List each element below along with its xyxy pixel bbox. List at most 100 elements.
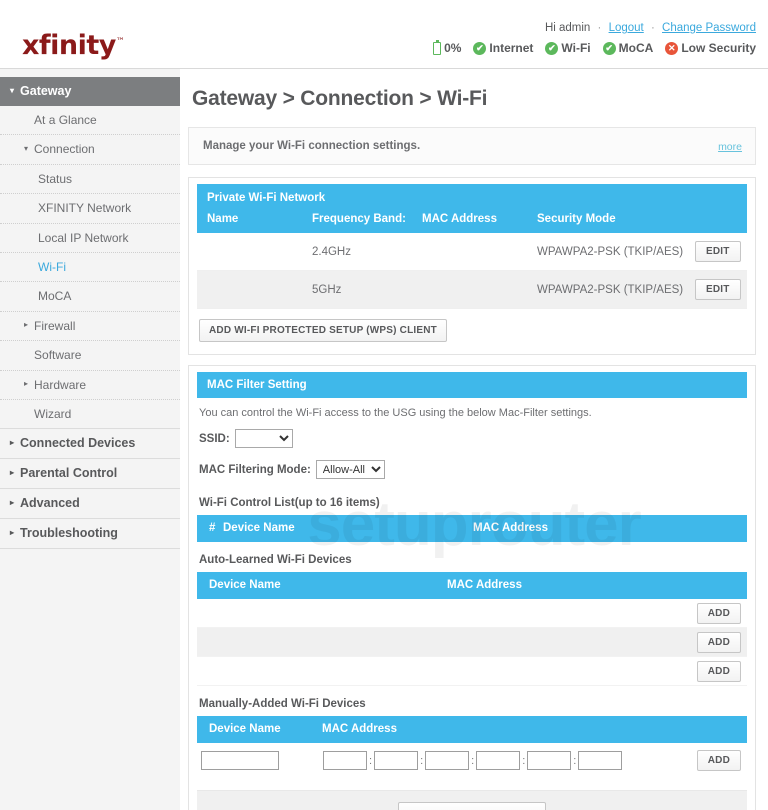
sidebar-item-parental-control[interactable]: ▸ Parental Control xyxy=(0,459,180,490)
private-wifi-card: Private Wi-Fi Network Name Frequency Ban… xyxy=(188,177,756,355)
sidebar-item-connected-devices[interactable]: ▸ Connected Devices xyxy=(0,429,180,460)
main-content: setuprouter Gateway > Connection > Wi-Fi… xyxy=(180,69,768,810)
sidebar-item-at-a-glance[interactable]: ▸ At a Glance xyxy=(0,106,180,136)
add-device-button[interactable]: ADD xyxy=(696,660,741,682)
mac-filtering-mode-label: MAC Filtering Mode: xyxy=(199,463,311,476)
sidebar-item-moca[interactable]: MoCA xyxy=(0,282,180,312)
greeting-text: Hi admin xyxy=(544,22,591,34)
table-row: 2.4GHz WPAWPA2-PSK (TKIP/AES) EDIT xyxy=(197,233,747,271)
save-filter-setting-button[interactable]: SAVE FILTER SETTING xyxy=(397,802,547,810)
status-internet: ✔ Internet xyxy=(473,41,533,55)
add-device-button[interactable]: ADD xyxy=(696,602,741,624)
sidebar-item-label: Wi-Fi xyxy=(38,259,66,274)
chevron-down-icon: ▾ xyxy=(24,143,29,153)
page-title: Gateway > Connection > Wi-Fi xyxy=(192,87,488,110)
status-moca: ✔ MoCA xyxy=(602,41,653,55)
logo-text: xfinity xyxy=(22,30,116,61)
status-bar: 0% ✔ Internet ✔ Wi-Fi ✔ MoCA ✕ Low Secur… xyxy=(433,39,756,55)
table-header-row: Device Name MAC Address xyxy=(197,572,747,599)
mac-octet-5-input[interactable] xyxy=(527,751,572,770)
sidebar-item-advanced[interactable]: ▸ Advanced xyxy=(0,489,180,520)
cell-name xyxy=(197,233,312,271)
mac-octet-6-input[interactable] xyxy=(578,751,623,770)
cell-mac-address xyxy=(422,233,537,271)
battery-status: 0% xyxy=(433,39,461,55)
more-link[interactable]: more xyxy=(718,141,742,153)
sidebar-item-gateway[interactable]: ▾ Gateway xyxy=(0,77,180,106)
mac-octet-1-input[interactable] xyxy=(323,751,367,770)
cell-action: EDIT xyxy=(695,270,747,309)
column-header-mac-address: MAC Address xyxy=(322,716,747,743)
mac-filtering-mode-select[interactable]: Allow-All Allow Deny xyxy=(315,460,385,479)
sidebar-item-wifi[interactable]: Wi-Fi xyxy=(0,253,180,283)
cell-frequency-band: 2.4GHz xyxy=(312,233,422,271)
add-wps-client-button[interactable]: ADD WI-FI PROTECTED SETUP (WPS) CLIENT xyxy=(199,319,447,342)
sidebar-item-software[interactable]: ▸ Software xyxy=(0,341,180,371)
change-password-link[interactable]: Change Password xyxy=(662,22,756,34)
column-header-action xyxy=(695,206,747,233)
mac-filter-section-title: MAC Filter Setting xyxy=(197,372,747,398)
cell-frequency-band: 5GHz xyxy=(312,270,422,309)
sidebar-item-status[interactable]: Status xyxy=(0,165,180,195)
column-header-index: # xyxy=(197,515,223,542)
sidebar-item-troubleshooting[interactable]: ▸ Troubleshooting xyxy=(0,519,180,550)
cell-action: EDIT xyxy=(695,233,747,271)
ssid-field-row: SSID: xyxy=(197,423,747,454)
sidebar-item-firewall[interactable]: ▸ Firewall xyxy=(0,312,180,342)
sidebar-item-connection[interactable]: ▾ Connection xyxy=(0,135,180,165)
auto-learned-row: ADD xyxy=(197,599,747,628)
auto-learned-row: ADD xyxy=(197,628,747,657)
add-manual-device-button[interactable]: ADD xyxy=(696,750,741,771)
table-header-row: Device Name MAC Address xyxy=(197,716,747,743)
edit-button-5ghz[interactable]: EDIT xyxy=(695,279,741,300)
octet-separator: : xyxy=(369,754,373,767)
cell-security-mode: WPAWPA2-PSK (TKIP/AES) xyxy=(537,270,695,309)
mac-octet-3-input[interactable] xyxy=(425,751,470,770)
column-header-device-name: Device Name xyxy=(197,716,322,743)
column-header-mac-address: MAC Address xyxy=(473,515,747,542)
add-device-button[interactable]: ADD xyxy=(696,631,741,653)
xfinity-logo: xfinity™ xyxy=(22,30,125,61)
description-text: Manage your Wi-Fi connection settings. xyxy=(203,140,421,152)
auto-learned-row: ADD xyxy=(197,657,747,686)
sidebar-item-wizard[interactable]: ▸ Wizard xyxy=(0,400,180,430)
mac-filtering-mode-row: MAC Filtering Mode: Allow-All Allow Deny xyxy=(197,454,747,485)
octet-separator: : xyxy=(522,754,526,767)
chevron-right-icon: ▸ xyxy=(10,437,15,447)
manual-entry-row: : : : : : ADD xyxy=(197,743,747,778)
account-line: Hi admin · Logout · Change Password xyxy=(545,22,756,34)
octet-separator: : xyxy=(471,754,475,767)
sidebar-item-label: MoCA xyxy=(38,289,72,304)
sidebar-item-xfinity-network[interactable]: XFINITY Network xyxy=(0,194,180,224)
private-wifi-section-title: Private Wi-Fi Network xyxy=(197,184,747,206)
status-wifi: ✔ Wi-Fi xyxy=(545,41,591,55)
status-security: ✕ Low Security xyxy=(665,41,756,55)
octet-separator: : xyxy=(573,754,577,767)
column-header-name: Name xyxy=(197,206,312,233)
sidebar-item-label: Troubleshooting xyxy=(20,526,118,541)
sidebar-item-local-ip-network[interactable]: Local IP Network xyxy=(0,224,180,253)
save-bar: SAVE FILTER SETTING xyxy=(197,790,747,810)
error-circle-icon: ✕ xyxy=(665,41,679,55)
logout-link[interactable]: Logout xyxy=(609,22,644,34)
sidebar-item-hardware[interactable]: ▸ Hardware xyxy=(0,371,180,400)
column-header-mac-address: MAC Address xyxy=(422,206,537,233)
battery-icon xyxy=(433,39,442,55)
logo-trademark: ™ xyxy=(115,37,125,47)
mac-octet-2-input[interactable] xyxy=(374,751,419,770)
chevron-right-icon: ▸ xyxy=(24,378,29,388)
sidebar-item-label: Parental Control xyxy=(20,466,118,481)
ssid-select[interactable] xyxy=(234,429,293,448)
sidebar-item-label: XFINITY Network xyxy=(38,201,132,216)
chevron-right-icon: ▸ xyxy=(10,497,15,507)
device-name-input[interactable] xyxy=(201,751,279,770)
mac-octet-4-input[interactable] xyxy=(476,751,521,770)
manually-added-table: Device Name MAC Address xyxy=(197,716,747,743)
status-wifi-label: Wi-Fi xyxy=(561,41,591,55)
chevron-right-icon: ▸ xyxy=(10,467,15,477)
edit-button-24ghz[interactable]: EDIT xyxy=(695,241,741,262)
separator-dot: · xyxy=(650,22,655,34)
sidebar-nav: ▾ Gateway ▸ At a Glance ▾ Connection Sta… xyxy=(0,69,180,810)
column-header-mac-address: MAC Address xyxy=(447,572,747,599)
wifi-control-list-table: # Device Name MAC Address xyxy=(197,515,747,542)
